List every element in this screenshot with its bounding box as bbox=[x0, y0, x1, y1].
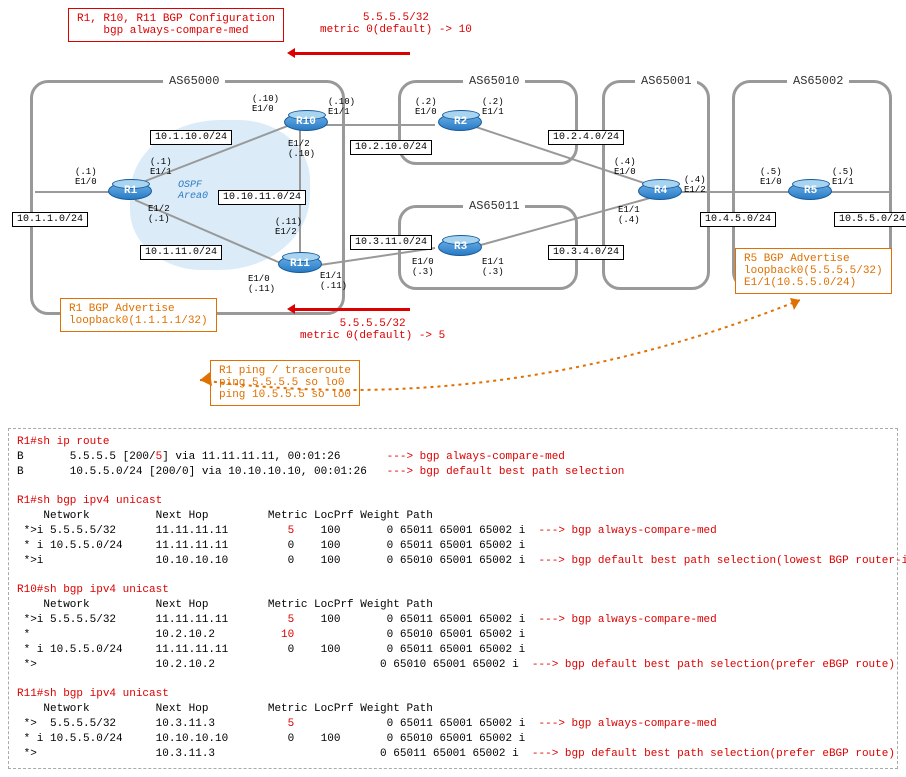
router-r4: R4 bbox=[638, 182, 682, 202]
iface: (.1) E1/1 bbox=[150, 158, 172, 178]
router-label: R4 bbox=[654, 185, 667, 197]
note-ping: R1 ping / traceroute ping 5.5.5.5 so lo0… bbox=[210, 360, 360, 406]
iface: (.11) E1/2 bbox=[275, 218, 302, 238]
iface: E1/1 (.11) bbox=[320, 272, 347, 292]
router-label: R3 bbox=[454, 241, 467, 253]
subnet: 10.1.11.0/24 bbox=[140, 245, 222, 260]
router-label: R2 bbox=[454, 116, 467, 128]
router-r11: R11 bbox=[278, 255, 322, 275]
bgp-line: *> 10.2.10.2 0 65010 65001 65002 i ---> … bbox=[17, 659, 895, 671]
iface: (.10) E1/1 bbox=[328, 98, 355, 118]
as-label: AS65011 bbox=[463, 199, 525, 213]
cmd: R10#sh bgp ipv4 unicast bbox=[17, 584, 169, 596]
subnet: 10.1.1.0/24 bbox=[12, 212, 88, 227]
arrow-metric10 bbox=[290, 52, 410, 55]
subnet: 10.10.11.0/24 bbox=[218, 190, 306, 205]
bgp-line: *>i 5.5.5.5/32 11.11.11.11 5 100 0 65011… bbox=[17, 614, 717, 626]
route-line: B 10.5.5.0/24 [200/0] via 10.10.10.10, 0… bbox=[17, 466, 624, 478]
subnet: 10.5.5.0/24 bbox=[834, 212, 906, 227]
note-line: R1 BGP Advertise bbox=[69, 303, 208, 315]
iface: (.4) E1/0 bbox=[614, 158, 636, 178]
bgp-header: Network Next Hop Metric LocPrf Weight Pa… bbox=[17, 510, 433, 522]
iface: (.5) E1/1 bbox=[832, 168, 854, 188]
router-label: R1 bbox=[124, 185, 137, 197]
bgp-header: Network Next Hop Metric LocPrf Weight Pa… bbox=[17, 703, 433, 715]
router-label: R10 bbox=[296, 116, 316, 128]
iface: (.1) E1/0 bbox=[75, 168, 97, 188]
ospf-label: OSPF Area0 bbox=[178, 180, 208, 202]
note-bgp-config: R1, R10, R11 BGP Configuration bgp alway… bbox=[68, 8, 284, 42]
note-line: metric 0(default) -> 10 bbox=[320, 24, 472, 36]
router-label: R5 bbox=[804, 185, 817, 197]
bgp-line: * i 10.5.5.0/24 11.11.11.11 0 100 0 6501… bbox=[17, 540, 525, 552]
subnet: 10.2.4.0/24 bbox=[548, 130, 624, 145]
iface: E1/2 (.1) bbox=[148, 205, 170, 225]
iface: (.2) E1/1 bbox=[482, 98, 504, 118]
note-line: loopback0(1.1.1.1/32) bbox=[69, 315, 208, 327]
router-r2: R2 bbox=[438, 113, 482, 133]
as-label: AS65002 bbox=[787, 74, 849, 88]
bgp-line: * i 10.5.5.0/24 11.11.11.11 0 100 0 6501… bbox=[17, 644, 525, 656]
note-r5-adv: R5 BGP Advertise loopback0(5.5.5.5/32) E… bbox=[735, 248, 892, 294]
iface: E1/1 (.4) bbox=[618, 206, 640, 226]
cmd: R1#sh bgp ipv4 unicast bbox=[17, 495, 162, 507]
bgp-line: *> 5.5.5.5/32 10.3.11.3 5 0 65011 65001 … bbox=[17, 718, 717, 730]
note-line: ping 10.5.5.5 so lo0 bbox=[219, 389, 351, 401]
iface: E1/0 (.3) bbox=[412, 258, 434, 278]
iface: E1/2 (.10) bbox=[288, 140, 315, 160]
cmd: R1#sh ip route bbox=[17, 436, 109, 448]
arrow-metric5 bbox=[290, 308, 410, 311]
bgp-line: * i 10.5.5.0/24 10.10.10.10 0 100 0 6501… bbox=[17, 733, 525, 745]
note-line: R5 BGP Advertise bbox=[744, 253, 883, 265]
bgp-line: *> 10.3.11.3 0 65011 65001 65002 i ---> … bbox=[17, 748, 895, 760]
note-line: R1, R10, R11 BGP Configuration bbox=[77, 13, 275, 25]
note-line: 5.5.5.5/32 bbox=[320, 12, 472, 24]
as-label: AS65010 bbox=[463, 74, 525, 88]
router-r3: R3 bbox=[438, 238, 482, 258]
subnet: 10.1.10.0/24 bbox=[150, 130, 232, 145]
bgp-line: *>i 10.10.10.10 0 100 0 65010 65001 6500… bbox=[17, 555, 906, 567]
terminal-output: R1#sh ip route B 5.5.5.5 [200/5] via 11.… bbox=[8, 428, 898, 769]
bgp-line: * 10.2.10.2 10 0 65010 65001 65002 i bbox=[17, 629, 525, 641]
iface: (.2) E1/0 bbox=[415, 98, 437, 118]
iface: E1/1 (.3) bbox=[482, 258, 504, 278]
as-label: AS65000 bbox=[163, 74, 225, 88]
iface: (.10) E1/0 bbox=[252, 95, 279, 115]
note-metric10: 5.5.5.5/32 metric 0(default) -> 10 bbox=[320, 12, 472, 36]
note-metric5: 5.5.5.5/32 metric 0(default) -> 5 bbox=[300, 318, 445, 342]
route-line: B 5.5.5.5 [200/5] via 11.11.11.11, 00:01… bbox=[17, 451, 565, 463]
bgp-header: Network Next Hop Metric LocPrf Weight Pa… bbox=[17, 599, 433, 611]
subnet: 10.3.4.0/24 bbox=[548, 245, 624, 260]
as-label: AS65001 bbox=[635, 74, 697, 88]
iface: E1/0 (.11) bbox=[248, 275, 275, 295]
router-label: R11 bbox=[290, 258, 310, 270]
iface: (.4) E1/2 bbox=[684, 176, 706, 196]
note-line: ping 5.5.5.5 so lo0 bbox=[219, 377, 351, 389]
note-line: 5.5.5.5/32 bbox=[300, 318, 445, 330]
network-diagram: R1, R10, R11 BGP Configuration bgp alway… bbox=[0, 0, 906, 420]
note-line: bgp always-compare-med bbox=[77, 25, 275, 37]
note-line: loopback0(5.5.5.5/32) bbox=[744, 265, 883, 277]
bgp-line: *>i 5.5.5.5/32 11.11.11.11 5 100 0 65011… bbox=[17, 525, 717, 537]
subnet: 10.4.5.0/24 bbox=[700, 212, 776, 227]
cmd: R11#sh bgp ipv4 unicast bbox=[17, 688, 169, 700]
iface: (.5) E1/0 bbox=[760, 168, 782, 188]
note-line: E1/1(10.5.5.0/24) bbox=[744, 277, 883, 289]
router-r5: R5 bbox=[788, 182, 832, 202]
router-r1: R1 bbox=[108, 182, 152, 202]
subnet: 10.3.11.0/24 bbox=[350, 235, 432, 250]
note-r1-adv: R1 BGP Advertise loopback0(1.1.1.1/32) bbox=[60, 298, 217, 332]
subnet: 10.2.10.0/24 bbox=[350, 140, 432, 155]
router-r10: R10 bbox=[284, 113, 328, 133]
note-line: R1 ping / traceroute bbox=[219, 365, 351, 377]
note-line: metric 0(default) -> 5 bbox=[300, 330, 445, 342]
